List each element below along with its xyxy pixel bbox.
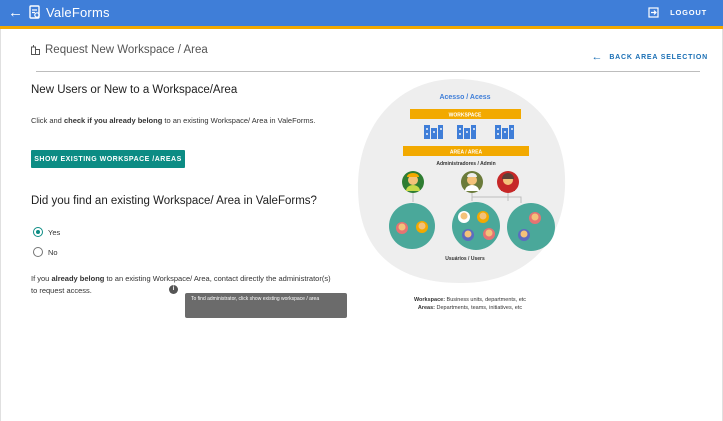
users-label: Usuários / Users — [445, 256, 485, 262]
building-icon — [31, 45, 40, 55]
illustration-caption: Workspace: Business units, departments, … — [395, 296, 545, 312]
arrow-left-icon: ← — [591, 51, 604, 63]
radio-no-circle[interactable] — [33, 247, 43, 257]
radio-no-label: No — [48, 247, 58, 257]
back-arrow-icon[interactable]: ← — [8, 4, 23, 22]
radio-no[interactable]: No — [33, 247, 58, 257]
logout-icon — [648, 7, 659, 18]
access-illustration: Acesso / Acess WORKSPACE AREA / AREA Adm… — [358, 79, 566, 283]
radio-yes-circle[interactable] — [33, 227, 43, 237]
caption-workspace: Workspace: Business units, departments, … — [413, 297, 527, 303]
header-divider — [36, 71, 700, 72]
user-group-2 — [452, 202, 500, 250]
app-bar: ← ValeForms LOGOUT — [0, 0, 723, 26]
appbar-accent-stripe — [0, 26, 723, 29]
page-border-left — [0, 29, 1, 421]
admin-avatar-1 — [402, 171, 424, 193]
admin-label: Administradores / Admin — [436, 161, 495, 167]
question-title: Did you find an existing Workspace/ Area… — [31, 195, 317, 207]
caption-areas: Areas: Departments, teams, initiatives, … — [417, 305, 523, 311]
illustration-title: Acesso / Acess — [439, 94, 490, 101]
workspace-bar-label: WORKSPACE — [449, 113, 482, 119]
logout-label: LOGOUT — [670, 8, 707, 17]
logout-button[interactable]: LOGOUT — [648, 7, 707, 18]
forms-icon — [29, 5, 41, 24]
area-bar-label: AREA / AREA — [450, 150, 483, 156]
page-title: Request New Workspace / Area — [31, 44, 208, 56]
admin-avatar-3 — [497, 171, 519, 193]
radio-yes[interactable]: Yes — [33, 227, 60, 237]
back-area-selection-button[interactable]: ← BACK AREA SELECTION — [592, 51, 709, 63]
check-belong-text: Click and check if you already belong to… — [31, 116, 316, 125]
tooltip: To find administrator, click show existi… — [185, 293, 347, 318]
user-group-1 — [389, 203, 435, 249]
admin-avatar-2 — [461, 171, 483, 193]
user-group-3 — [507, 203, 555, 251]
back-area-label: BACK AREA SELECTION — [609, 53, 708, 61]
show-existing-workspaces-button[interactable]: SHOW EXISTING WORKSPACE /AREAS — [31, 150, 185, 168]
app-title: ValeForms — [46, 5, 110, 20]
page-title-text: Request New Workspace / Area — [45, 44, 208, 56]
info-icon[interactable]: i — [169, 285, 178, 294]
radio-yes-label: Yes — [48, 227, 61, 237]
section-title-new-users: New Users or New to a Workspace/Area — [31, 84, 238, 96]
